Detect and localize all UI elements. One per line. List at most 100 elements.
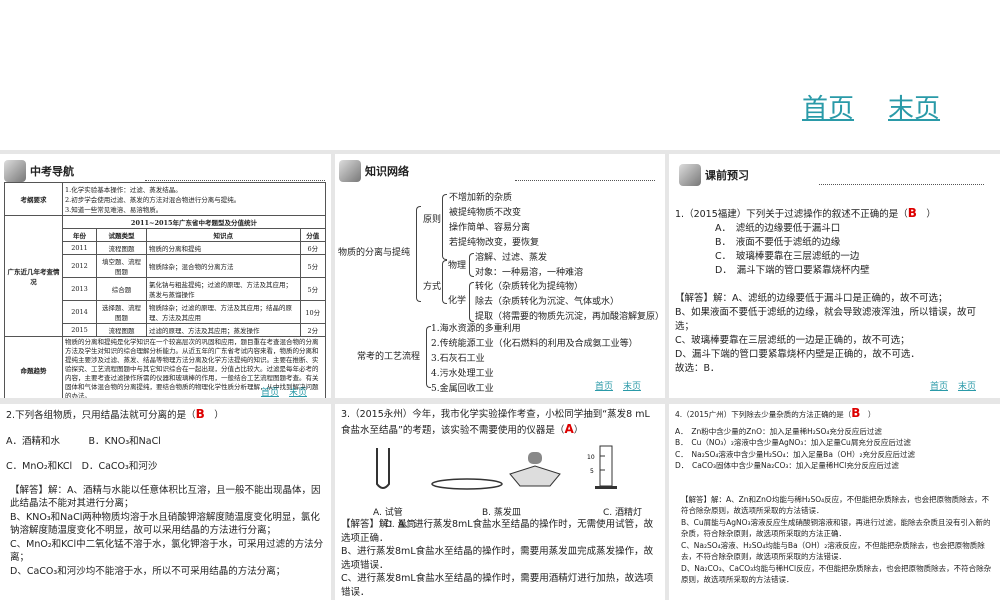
header-icon (4, 160, 26, 182)
tree-leaf: 3.石灰石工业 (431, 354, 485, 364)
slide-end-link[interactable]: 末页 (623, 382, 641, 392)
tree-leaf: 若提纯物改变，要恢复 (449, 238, 540, 248)
graduated-cylinder-icon (595, 445, 617, 489)
slide-home-link[interactable]: 首页 (595, 382, 613, 392)
question-block: 4.（2015广州）下列除去少量杂质的方法正确的是（B ） A． Zn粉中含少量… (669, 404, 1000, 590)
slide-1[interactable]: 中考导航 考纲要求 1.化学实验基本操作：过滤、蒸发结晶。 2.初步学会使用过滤、… (0, 154, 331, 398)
evaporating-dish-icon (431, 478, 503, 490)
option: D．CaCO₃和河沙 (81, 461, 158, 472)
tree-leaf: 除去（杂质转化为沉淀、气体或水） (475, 297, 620, 307)
trend-label: 命题趋势 (4, 336, 63, 398)
tree-leaf: 对象：一种易溶，一种难溶 (475, 268, 584, 278)
answer-mark: B (907, 206, 917, 220)
slide-2[interactable]: 知识网络 物质的分离与提纯 原则 不增加新的杂质 被提纯物质不改变 操作简单、容… (335, 154, 665, 398)
tree-node: 化学 (448, 296, 467, 306)
solution-line: 【解答】解：A、滤纸的边缘要低于漏斗口是正确的，故不可选； (675, 293, 948, 304)
stats-title: 2011~2015年广东省中考题型及分值统计 (62, 215, 326, 229)
option: B． 液面不要低于滤纸的边缘 (715, 237, 841, 248)
slide-home-link[interactable]: 首页 (930, 382, 948, 392)
solution-line: 【解答】解：A、进行蒸发8mL食盐水至结晶的操作时，无需使用试管，故选项正确． (341, 519, 654, 544)
slide-home-link[interactable]: 首页 (261, 388, 279, 398)
top-bar: 首页 末页 (0, 0, 1000, 150)
option: C． 玻璃棒要靠在三层滤纸的一边 (715, 251, 860, 262)
tree-leaf: 不增加新的杂质 (449, 193, 513, 203)
slide-nav: 首页 末页 (920, 379, 976, 392)
question-block: 2.下列各组物质，只用结晶法就可分离的是（B ） A．酒精和水 B．KNO₃和N… (6, 407, 324, 577)
req-item: 3.知道一些常见难溶、易溶物质。 (65, 206, 163, 214)
solution-line: D、CaCO₃和河沙均不能溶于水，所以不可采用结晶的方法分离； (10, 565, 286, 577)
option: C． Na₂SO₄溶液中含少量H₂SO₄：加入足量Ba（OH）₂充分反应后过滤 (675, 449, 915, 459)
solution-line: B、KNO₃和NaCl两种物质均溶于水且硝酸钾溶解度随温度变化明显，氯化钠溶解度… (10, 511, 320, 537)
question-text: 2.下列各组物质，只用结晶法就可分离的是（ (6, 410, 196, 421)
divider (515, 180, 655, 181)
option: C．MnO₂和KCl (6, 461, 73, 472)
slide-grid: 中考导航 考纲要求 1.化学实验基本操作：过滤、蒸发结晶。 2.初步学会使用过滤、… (0, 150, 1000, 600)
option: D． 漏斗下端的管口要紧靠烧杯内壁 (715, 265, 870, 276)
question-block: 3.（2015永州）今年，我市化学实验操作考查，小松同学抽到“蒸发8 mL食盐水… (341, 409, 650, 436)
slide-header: 课前预习 (679, 162, 749, 188)
question-text: 1.（2015福建）下列关于过滤操作的叙述不正确的是（ (675, 209, 908, 220)
slide-3[interactable]: 课前预习 1.（2015福建）下列关于过滤操作的叙述不正确的是（B ） A． 滤… (669, 154, 1000, 398)
solution-line: C、MnO₂和KCl中二氧化锰不溶于水，氯化钾溶于水，可采用过滤的方法分离； (10, 538, 324, 564)
bracket (469, 253, 474, 277)
tick-label: 10 (587, 454, 595, 461)
slide-4[interactable]: 2.下列各组物质，只用结晶法就可分离的是（B ） A．酒精和水 B．KNO₃和N… (0, 404, 331, 600)
header-title: 知识网络 (365, 165, 409, 178)
bracket (442, 260, 447, 304)
header-icon (679, 164, 701, 186)
solution-line: D、Na₂CO₃、CaCO₃均能与稀HCl反应，不但能把杂质除去，也会把原物质除… (681, 563, 992, 585)
test-tube-icon (376, 448, 390, 489)
tree-leaf: 1.海水资源的多重利用 (431, 324, 521, 334)
question-block: 1.（2015福建）下列关于过滤操作的叙述不正确的是（B ） A． 滤纸的边缘要… (669, 202, 1000, 380)
solution-block: 【解答】解：A、进行蒸发8mL食盐水至结晶的操作时，无需使用试管，故选项正确． … (335, 514, 665, 600)
option: A． 滤纸的边缘要低于漏斗口 (715, 223, 841, 234)
tree-leaf: 转化（杂质转化为提纯物） (475, 282, 584, 292)
option: D． CaCO₃固体中含少量Na₂CO₃：加入足量稀HCl充分反应后过滤 (675, 461, 899, 470)
tree-leaf: 操作简单、容易分离 (449, 223, 531, 233)
tree-leaf: 5.金属回收工业 (431, 384, 494, 394)
answer-mark: B (195, 407, 205, 421)
solution-line: 【解答】解：A、Zn和ZnO均能与稀H₂SO₄反应，不但能把杂质除去，也会把原物… (681, 494, 990, 516)
col-header: 试题类型 (95, 228, 147, 242)
tree-root: 常考的工艺流程 (357, 352, 421, 362)
solution-line: C、Na₂SO₄溶液、H₂SO₄均能与Ba（OH）₂溶液反应，不但能把杂质除去，… (681, 540, 985, 562)
slide-end-link[interactable]: 末页 (289, 388, 307, 398)
tree-leaf: 2.传统能源工业（化石燃料的利用及合成氨工业等） (431, 339, 638, 349)
alcohol-lamp-icon (509, 452, 561, 487)
slide-header: 中考导航 (4, 158, 74, 184)
apparatus-figure: 10 5 (376, 445, 617, 490)
tree-node: 物理 (448, 261, 467, 271)
slide-6[interactable]: 4.（2015广州）下列除去少量杂质的方法正确的是（B ） A． Zn粉中含少量… (669, 404, 1000, 600)
tree-node: 原则 (423, 215, 442, 225)
solution-line: 故选：B． (675, 363, 720, 374)
req-label: 考纲要求 (4, 182, 63, 216)
tree-node: 方式 (423, 282, 442, 292)
home-link[interactable]: 首页 (802, 88, 854, 125)
tree-leaf: 4.污水处理工业 (431, 369, 494, 379)
tree-root: 物质的分离与提纯 (338, 248, 411, 258)
solution-line: C、玻璃棒要靠在三层滤纸的一边是正确的，故不可选； (675, 335, 910, 346)
option: A． Zn粉中含少量的ZnO：加入足量稀H₂SO₄充分反应后过滤 (675, 426, 882, 436)
tick-label: 5 (590, 468, 594, 475)
header-icon (339, 160, 361, 182)
slide-end-link[interactable]: 末页 (958, 382, 976, 392)
end-link[interactable]: 末页 (888, 88, 940, 125)
solution-line: B、Cu屑能与AgNO₃溶液反应生成硝酸铜溶液和银，再进行过滤，能除去杂质且没有… (681, 517, 991, 539)
solution-line: B、如果液面不要低于滤纸的边缘，就会导致滤液浑浊，所以错误，故可选； (675, 307, 977, 332)
req-item: 2.初步学会使用过滤、蒸发的方法对混合物进行分离与提纯。 (65, 196, 241, 204)
col-header: 年份 (62, 228, 97, 242)
slide-5[interactable]: 3.（2015永州）今年，我市化学实验操作考查，小松同学抽到“蒸发8 mL食盐水… (335, 404, 665, 600)
slide-nav: 首页 末页 (585, 379, 641, 392)
solution-line: 【解答】解：A、酒精与水能以任意体积比互溶，且一般不能出现晶体，因此结晶法不能对… (10, 484, 321, 510)
header-title: 课前预习 (705, 169, 749, 182)
solution-line: C、进行蒸发8mL食盐水至结晶的操作时，需要用酒精灯进行加热，故选项错误． (341, 573, 654, 598)
solution-line: D、漏斗下端的管口要紧靠烧杯内壁是正确的，故不可选． (675, 349, 920, 360)
answer-mark: B (851, 406, 861, 420)
question-text: 3.（2015永州）今年，我市化学实验操作考查，小松同学抽到“蒸发8 mL食盐水… (341, 409, 650, 436)
divider (145, 180, 325, 181)
answer-mark: A (564, 422, 574, 436)
recent-label: 广东近几年考查情况 (4, 215, 63, 337)
divider (819, 184, 984, 185)
bracket (442, 194, 447, 260)
col-header: 分值 (299, 228, 327, 242)
